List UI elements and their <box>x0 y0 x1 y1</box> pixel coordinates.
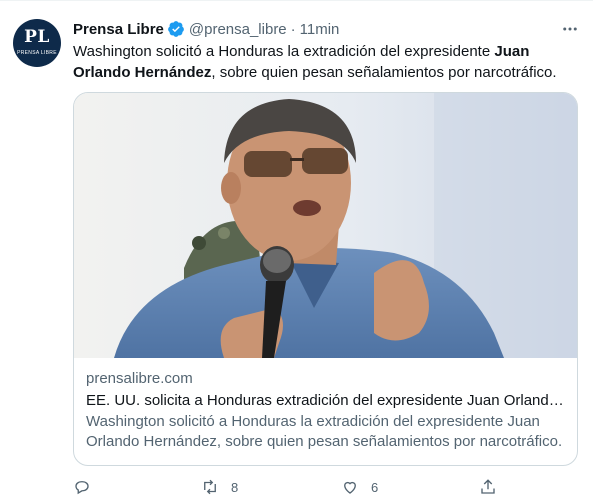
card-domain: prensalibre.com <box>86 370 193 387</box>
retweet-icon <box>204 479 216 495</box>
retweet-count: 8 <box>231 479 239 495</box>
like-count: 6 <box>371 479 379 495</box>
link-card[interactable]: prensalibre.com EE. UU. solicita a Hondu… <box>73 92 578 466</box>
card-info: prensalibre.com EE. UU. solicita a Hondu… <box>86 369 566 452</box>
share-icon <box>481 479 495 494</box>
verified-badge-icon <box>168 21 184 37</box>
like-icon <box>344 481 356 494</box>
tweet-timestamp[interactable]: 11min <box>300 21 340 38</box>
like-button[interactable]: 6 <box>341 478 378 496</box>
author-handle[interactable]: @prensa_libre <box>189 21 287 38</box>
reply-button[interactable] <box>73 478 103 496</box>
retweet-button[interactable]: 8 <box>201 478 238 496</box>
author-name[interactable]: Prensa Libre <box>73 21 164 38</box>
tweet-text-part: Washington solicitó a Honduras la extrad… <box>73 43 495 60</box>
tweet-text: Washington solicitó a Honduras la extrad… <box>73 41 573 83</box>
share-button[interactable] <box>479 478 497 496</box>
tweet-header: Prensa Libre @prensa_libre · 11min <box>73 19 339 39</box>
card-photo-image <box>74 93 577 358</box>
avatar-initials: PL <box>24 27 50 47</box>
header-separator: · <box>290 20 296 38</box>
card-title: EE. UU. solicita a Honduras extradición … <box>86 392 566 409</box>
avatar[interactable]: PL PRENSA LIBRE <box>13 19 61 67</box>
reply-icon <box>75 481 89 495</box>
tweet-actions: 8 6 <box>73 478 503 495</box>
card-photo[interactable] <box>74 93 577 358</box>
tweet-text-part: , sobre quien pesan señalamientos por na… <box>211 64 557 81</box>
card-description: Washington solicitó a Honduras la extrad… <box>86 413 563 450</box>
more-options-icon[interactable] <box>561 20 579 38</box>
tweet[interactable]: PL PRENSA LIBRE Prensa Libre @prensa_lib… <box>0 0 593 495</box>
avatar-subtext: PRENSA LIBRE <box>17 50 57 56</box>
